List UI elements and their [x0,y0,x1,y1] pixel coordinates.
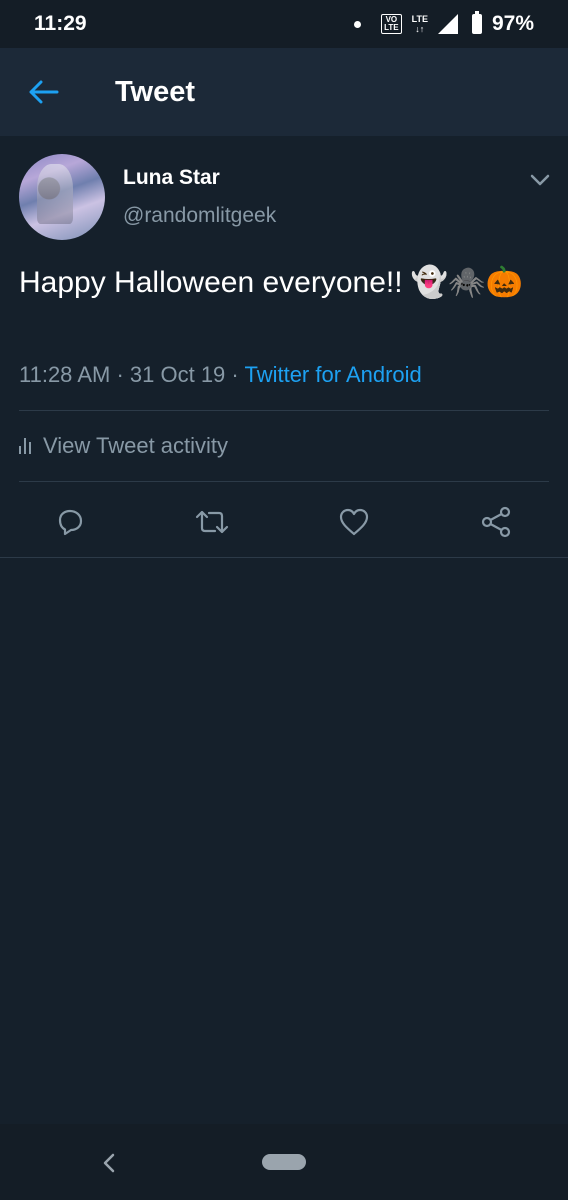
view-tweet-activity-button[interactable]: View Tweet activity [19,426,228,466]
status-time: 11:29 [34,12,87,35]
arrow-left-icon [29,80,59,104]
retweet-button[interactable] [194,504,230,540]
divider [19,481,549,482]
avatar[interactable] [19,154,105,240]
lte-data-icon: LTE ↓↑ [411,14,428,34]
tweet-menu-button[interactable] [526,166,554,194]
signal-icon [437,14,458,34]
heart-icon [339,508,369,536]
app-bar: Tweet [0,48,568,136]
status-bar: 11:29 VO LTE LTE ↓↑ 97% [0,0,568,48]
activity-label: View Tweet activity [43,433,229,458]
divider [19,410,549,411]
bar-chart-icon [19,438,31,454]
system-back-button[interactable] [96,1150,122,1176]
share-button[interactable] [478,504,514,540]
page-title: Tweet [115,75,196,108]
like-button[interactable] [336,504,372,540]
chevron-down-icon [530,174,550,186]
meta-separator: · [116,362,130,387]
tweet-meta: 11:28 AM · 31 Oct 19 · Twitter for Andro… [19,362,422,388]
back-button[interactable] [0,48,88,136]
reply-button[interactable] [52,504,88,540]
system-nav-bar [0,1124,568,1200]
chevron-left-icon [103,1153,115,1173]
author-name[interactable]: Luna Star [123,166,220,190]
battery-icon [471,11,482,34]
tweet-detail: Luna Star @randomlitgeek Happy Halloween… [0,136,568,558]
author-handle[interactable]: @randomlitgeek [123,204,276,228]
tweet-date: 31 Oct 19 [129,362,226,387]
tweet-text: Happy Halloween everyone!! 👻🕷️🎃 [19,266,523,299]
reply-icon [58,509,83,536]
share-icon [481,506,511,538]
status-icons: VO LTE LTE ↓↑ 97% [354,11,534,36]
tweet-source-link[interactable]: Twitter for Android [244,362,421,387]
meta-separator: · [231,362,245,387]
tweet-actions [0,486,568,556]
battery-percent: 97% [491,12,534,35]
retweet-icon [195,510,229,534]
volte-icon: VO LTE [381,14,402,34]
tweet-time: 11:28 AM [19,362,111,387]
notification-dot-icon [354,20,362,28]
system-home-button[interactable] [262,1154,306,1170]
